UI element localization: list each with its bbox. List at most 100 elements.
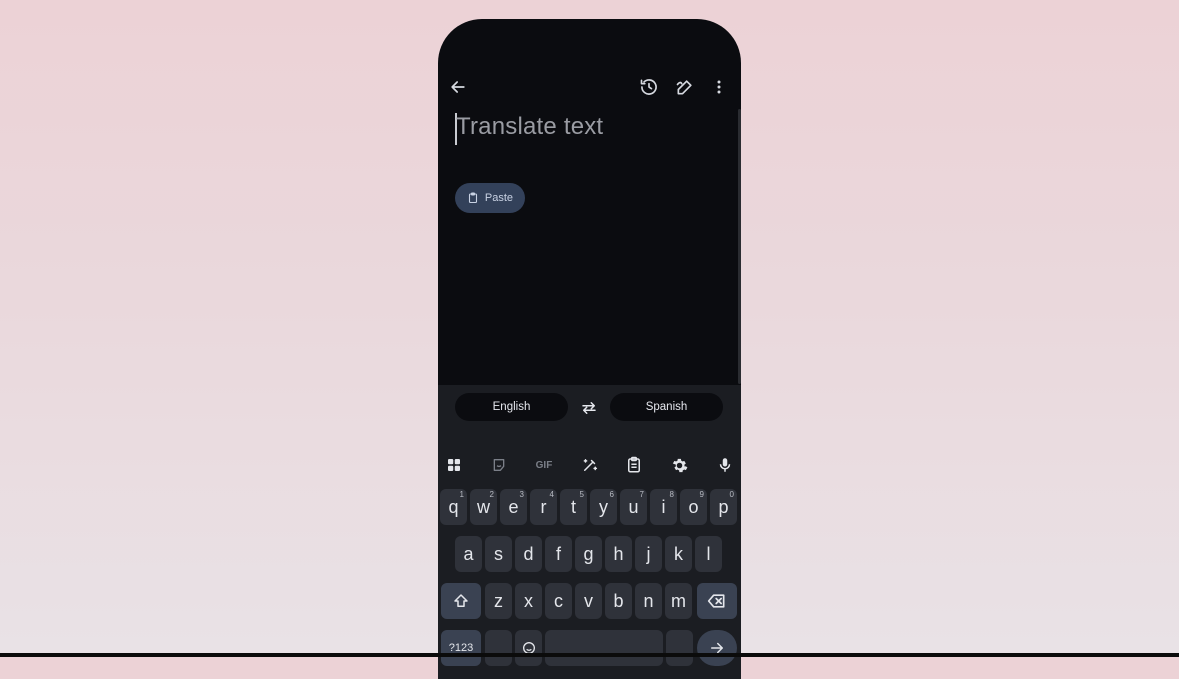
key-label: n [643, 590, 654, 611]
key-label: q [448, 496, 459, 517]
key-n[interactable]: n [635, 583, 662, 619]
key-label: f [555, 543, 561, 564]
magic-wand-icon[interactable] [578, 453, 602, 477]
symbols-key[interactable]: ?123 [441, 630, 481, 666]
key-x[interactable]: x [515, 583, 542, 619]
keyboard: GIF 1 q 2 w 3 e 4 r 5 t 6 y 7 u 8 i 9 o … [438, 441, 741, 679]
key-label: o [688, 496, 699, 517]
key-d[interactable]: d [515, 536, 542, 572]
source-language-button[interactable]: English [455, 393, 568, 421]
more-vert-icon[interactable] [707, 75, 731, 99]
key-l[interactable]: l [695, 536, 722, 572]
translate-input[interactable]: Translate text [454, 111, 724, 151]
language-bar: English Spanish [438, 385, 741, 441]
key-label: v [584, 590, 593, 611]
key-label: z [494, 590, 503, 611]
key-label: r [540, 496, 547, 517]
backspace-key[interactable] [697, 583, 737, 619]
key-hint: 6 [609, 490, 614, 499]
key-z[interactable]: z [485, 583, 512, 619]
input-placeholder: Translate text [456, 113, 604, 140]
key-label: g [583, 543, 594, 564]
key-label: h [613, 543, 624, 564]
history-icon[interactable] [637, 75, 661, 99]
key-b[interactable]: b [605, 583, 632, 619]
key-e[interactable]: 3e [500, 489, 527, 525]
enter-key[interactable] [697, 630, 737, 666]
key-label: u [628, 496, 639, 517]
gif-label: GIF [535, 459, 553, 471]
keyboard-toolbar: GIF [438, 453, 741, 477]
key-w[interactable]: 2w [470, 489, 497, 525]
key-hint: 2 [489, 490, 494, 499]
key-label: c [554, 590, 563, 611]
bottom-edge [0, 653, 1179, 657]
gif-button[interactable]: GIF [532, 453, 556, 477]
key-q[interactable]: 1q [440, 489, 467, 525]
key-label: m [671, 590, 686, 611]
swap-languages-icon[interactable] [578, 397, 600, 419]
settings-gear-icon[interactable] [667, 453, 691, 477]
key-f[interactable]: f [545, 536, 572, 572]
key-c[interactable]: c [545, 583, 572, 619]
key-label: b [613, 590, 624, 611]
key-o[interactable]: 9o [680, 489, 707, 525]
key-label: p [718, 496, 729, 517]
clipboard-icon [468, 192, 477, 204]
key-label: t [570, 496, 576, 517]
key-r[interactable]: 4r [530, 489, 557, 525]
key-hint: 3 [519, 490, 524, 499]
key-label: i [661, 496, 666, 517]
backspace-icon [707, 594, 725, 608]
source-language-label: English [492, 401, 531, 413]
key-h[interactable]: h [605, 536, 632, 572]
microphone-icon[interactable] [713, 453, 737, 477]
key-hint: 7 [639, 490, 644, 499]
period-key[interactable] [666, 630, 693, 666]
clipboard-icon[interactable] [622, 453, 646, 477]
key-label: d [523, 543, 534, 564]
shift-key[interactable] [441, 583, 481, 619]
emoji-key[interactable] [515, 630, 542, 666]
top-app-bar [438, 75, 741, 99]
comma-key[interactable] [485, 630, 512, 666]
back-arrow-icon[interactable] [446, 75, 470, 99]
key-label: l [706, 543, 711, 564]
apps-grid-icon[interactable] [442, 453, 466, 477]
phone-frame: Translate text Paste English Spanish GIF… [438, 19, 741, 679]
key-label: j [646, 543, 651, 564]
key-label: k [674, 543, 683, 564]
key-y[interactable]: 6y [590, 489, 617, 525]
key-label: e [508, 496, 519, 517]
key-hint: 8 [669, 490, 674, 499]
target-language-button[interactable]: Spanish [610, 393, 723, 421]
key-label: s [494, 543, 503, 564]
key-k[interactable]: k [665, 536, 692, 572]
key-v[interactable]: v [575, 583, 602, 619]
paste-label: Paste [484, 192, 514, 204]
space-key[interactable] [545, 630, 663, 666]
key-a[interactable]: a [455, 536, 482, 572]
paste-button[interactable]: Paste [455, 183, 525, 213]
key-g[interactable]: g [575, 536, 602, 572]
key-hint: 1 [459, 490, 464, 499]
handwriting-icon[interactable] [673, 75, 697, 99]
key-s[interactable]: s [485, 536, 512, 572]
key-hint: 0 [729, 490, 734, 499]
scrollbar[interactable] [738, 109, 741, 384]
target-language-label: Spanish [645, 401, 688, 413]
key-i[interactable]: 8i [650, 489, 677, 525]
key-label: a [463, 543, 474, 564]
key-p[interactable]: 0p [710, 489, 737, 525]
shift-arrow-icon [454, 594, 468, 607]
key-m[interactable]: m [665, 583, 692, 619]
key-t[interactable]: 5t [560, 489, 587, 525]
key-label: w [477, 496, 490, 517]
key-hint: 5 [579, 490, 584, 499]
key-label: x [524, 590, 533, 611]
key-label: y [599, 496, 608, 517]
key-hint: 4 [549, 490, 554, 499]
key-u[interactable]: 7u [620, 489, 647, 525]
key-j[interactable]: j [635, 536, 662, 572]
sticker-icon[interactable] [487, 453, 511, 477]
